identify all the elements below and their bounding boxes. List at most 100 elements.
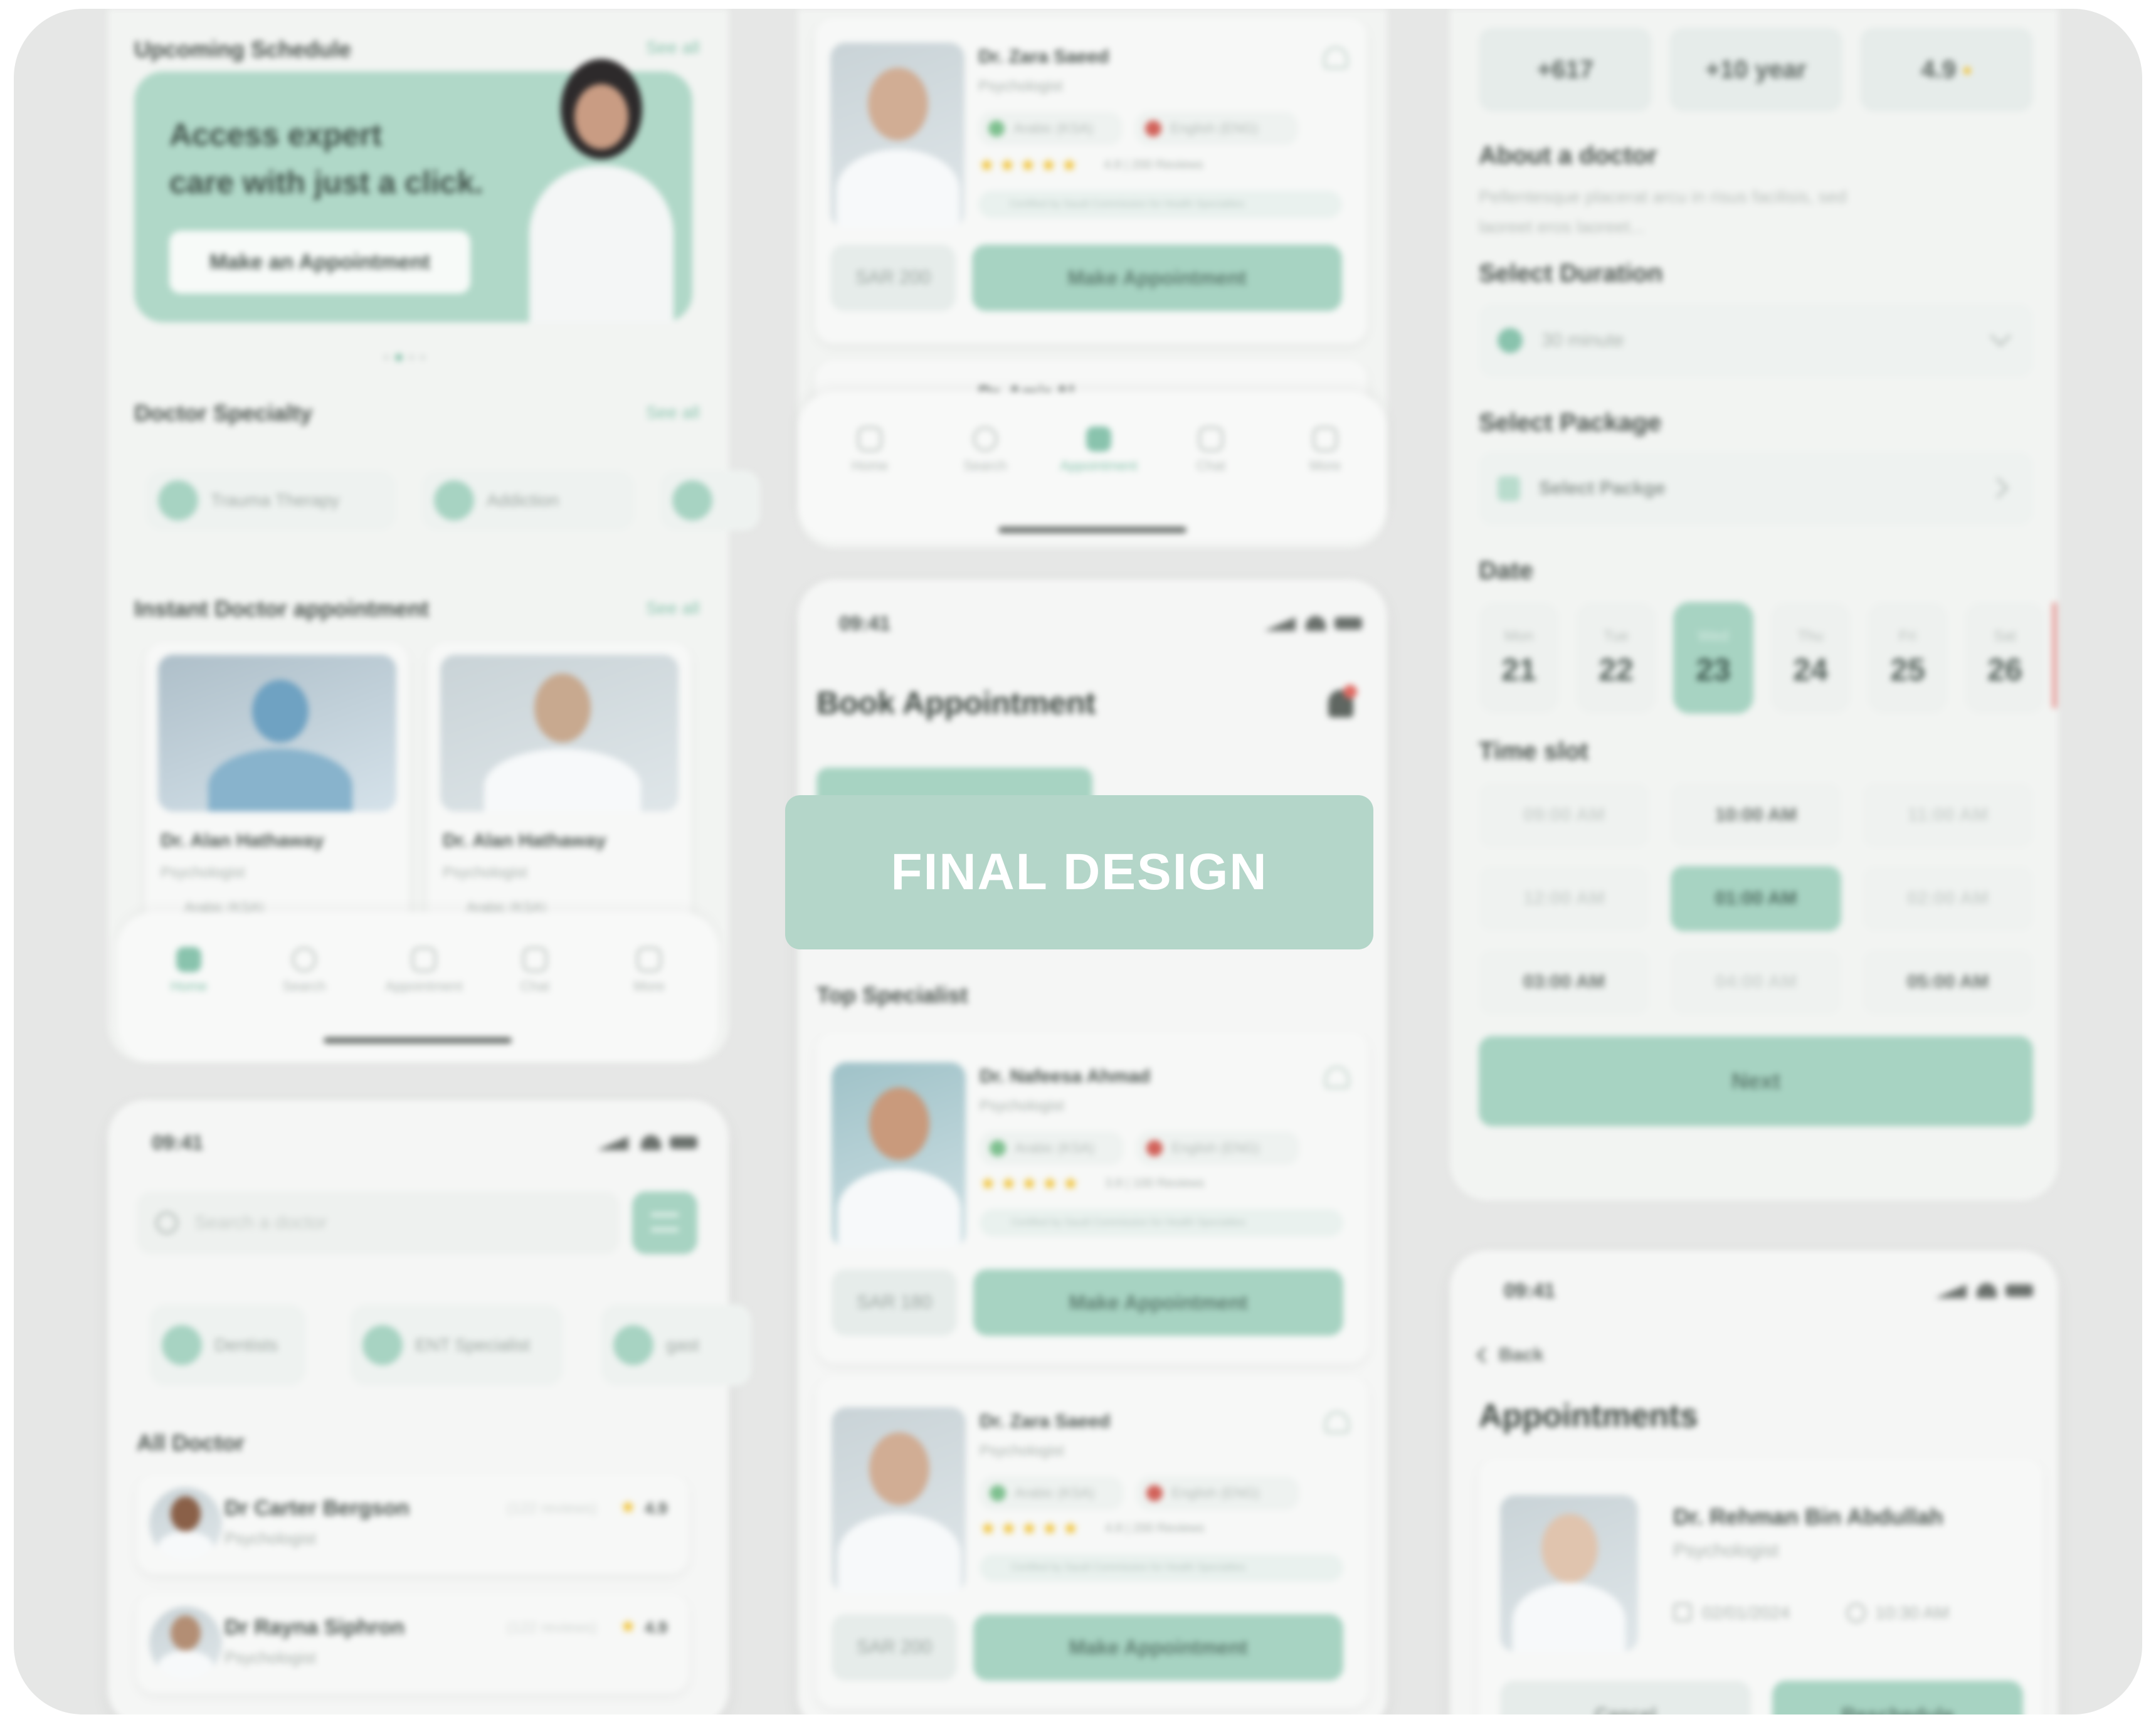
date-day: Sat xyxy=(1993,628,2017,645)
specialty-chip[interactable]: Addiction xyxy=(421,470,635,531)
clock-icon xyxy=(1498,328,1523,353)
nav-more[interactable]: More xyxy=(615,947,684,995)
calendar-icon xyxy=(1086,426,1111,452)
date-title: Date xyxy=(1479,557,1533,584)
language-badge: Arabic (KSA) xyxy=(980,1131,1124,1165)
package-icon xyxy=(1498,476,1520,501)
notification-bell-icon[interactable] xyxy=(1328,685,1357,717)
appointment-card[interactable]: Dr. Rehman Bin Abdullah Psychologist 02/… xyxy=(1479,1457,2043,1714)
search-input[interactable]: Search a doctor xyxy=(137,1191,620,1254)
doctor-specialty-title: Doctor Specialty xyxy=(134,400,313,426)
rating-stat: 4.9 ● xyxy=(1860,28,2033,112)
book-appointment-screen: 09:41 Book Appointment Top Specialist Dr… xyxy=(798,579,1387,1714)
date-number: 23 xyxy=(1696,652,1731,687)
specialty-label: Trauma Therapy xyxy=(211,490,340,510)
nav-search[interactable]: Search xyxy=(951,426,1020,474)
doctor-avatar xyxy=(149,1487,222,1560)
duration-title: Select Duration xyxy=(1479,260,1663,287)
heart-icon[interactable] xyxy=(1324,1066,1350,1089)
package-value: Select Packge xyxy=(1539,478,1666,499)
back-button[interactable]: Back xyxy=(1476,1345,1544,1366)
reschedule-button[interactable]: Reschedule xyxy=(1772,1681,2023,1714)
heart-icon[interactable] xyxy=(1323,46,1348,69)
specialty-chip[interactable] xyxy=(660,470,760,531)
date-option[interactable]: Thu 24 xyxy=(1770,602,1851,714)
nav-chat[interactable]: Chat xyxy=(1176,426,1245,474)
make-appointment-button[interactable]: Make an Appointment xyxy=(169,231,470,293)
date-day: Thu xyxy=(1797,628,1824,645)
nav-appointment[interactable]: Appointment xyxy=(374,947,474,995)
nav-more[interactable]: More xyxy=(1291,426,1360,474)
doctor-row[interactable]: Dr Rayna Siphron Psychologist (122 revie… xyxy=(137,1593,689,1693)
doctor-card[interactable]: Dr. Nafeesa Ahmad Psychologist Arabic (K… xyxy=(816,1031,1368,1363)
search-placeholder: Search a doctor xyxy=(194,1212,327,1233)
doctor-role: Psychologist xyxy=(980,1442,1064,1459)
scroll-indicator[interactable] xyxy=(2052,602,2057,709)
category-chip[interactable]: gast xyxy=(601,1304,751,1386)
timeslot-option[interactable]: 12:00 AM xyxy=(1479,866,1649,931)
doctor-photo xyxy=(1500,1495,1638,1652)
date-option[interactable]: Tue 22 xyxy=(1576,602,1656,714)
package-title: Select Package xyxy=(1479,409,1662,436)
doctor-card[interactable]: Dr. Zara Saeed Psychologist Arabic (KSA)… xyxy=(815,18,1367,344)
specialty-chip[interactable]: Trauma Therapy xyxy=(145,470,396,531)
date-day: Tue xyxy=(1603,628,1629,645)
banner-headline-1: Access expert xyxy=(169,117,383,152)
final-design-label: FINAL DESIGN xyxy=(785,795,1373,949)
date-option[interactable]: Fri 25 xyxy=(1868,602,1948,714)
instant-appointment-title: Instant Doctor appointment xyxy=(134,596,429,621)
search-icon xyxy=(973,426,998,452)
doctor-row[interactable]: Dr Carter Bergson Psychologist (122 revi… xyxy=(137,1474,689,1574)
doctor-name: Dr. Nafeesa Ahmad xyxy=(980,1066,1151,1087)
price-tag: SAR 200 xyxy=(830,245,956,311)
instant-doctor-card[interactable]: Dr. Alan Hathaway Psychologist Arabic (K… xyxy=(428,642,691,937)
next-button[interactable]: Next xyxy=(1479,1036,2033,1126)
timeslot-option[interactable]: 05:00 AM xyxy=(1863,949,2033,1015)
timeslot-option[interactable]: 09:00 AM xyxy=(1479,783,1649,848)
nav-search[interactable]: Search xyxy=(270,947,339,995)
see-all-link[interactable]: See all xyxy=(646,598,700,618)
date-option[interactable]: Sat 26 xyxy=(1965,602,2045,714)
timeslot-option[interactable]: 01:00 AM xyxy=(1671,866,1841,931)
doctor-card[interactable]: Dr. Zara Saeed Psychologist Arabic (KSA)… xyxy=(816,1376,1368,1708)
doctor-name: Dr. Alan Hathaway xyxy=(161,830,324,851)
make-appointment-button[interactable]: Make Appointment xyxy=(973,1269,1343,1336)
make-appointment-button[interactable]: Make Appointment xyxy=(972,245,1342,311)
timeslot-option[interactable]: 02:00 AM xyxy=(1863,866,2033,931)
package-select[interactable]: Select Packge xyxy=(1479,452,2033,526)
chat-icon xyxy=(1198,426,1223,452)
status-time: 09:41 xyxy=(1504,1279,1555,1302)
reviews-count: (122 reviews) xyxy=(507,1619,598,1636)
see-all-link[interactable]: See all xyxy=(646,38,700,58)
nav-home[interactable]: Home xyxy=(154,947,223,995)
clock-icon xyxy=(1846,1603,1866,1623)
doctor-name: Dr. Rehman Bin Abdullah xyxy=(1673,1504,1943,1529)
duration-select[interactable]: 30 minute xyxy=(1479,304,2033,378)
see-all-link[interactable]: See all xyxy=(646,403,700,423)
category-chip[interactable]: ENT Specialist xyxy=(350,1304,563,1386)
nav-appointment[interactable]: Appointment xyxy=(1049,426,1149,474)
category-chip[interactable]: Dentists xyxy=(149,1304,306,1386)
search-icon xyxy=(156,1212,178,1234)
experience-stat: +10 year xyxy=(1669,28,1842,112)
timeslot-option[interactable]: 03:00 AM xyxy=(1479,949,1649,1015)
nav-home[interactable]: Home xyxy=(835,426,904,474)
chip-label: gast xyxy=(666,1335,699,1355)
reviews-count: (122 reviews) xyxy=(507,1500,598,1517)
about-text-1: Pellentesque placerat arcu in risus faci… xyxy=(1479,187,1847,206)
page-title: Appointments xyxy=(1479,1398,1698,1434)
date-option[interactable]: Wed 23 xyxy=(1673,602,1753,714)
timeslot-option[interactable]: 11:00 AM xyxy=(1863,783,2033,848)
date-option[interactable]: Mon 21 xyxy=(1479,602,1559,714)
instant-doctor-card[interactable]: Dr. Alan Hathaway Psychologist Arabic (K… xyxy=(145,642,409,937)
date-picker: Mon 21 Tue 22 Wed 23 Thu 24 Fri 25 Sat 26 xyxy=(1479,602,2045,715)
rating-text: 4.8 | 200 Reviews xyxy=(1104,158,1203,172)
filter-button[interactable] xyxy=(632,1191,697,1254)
cancel-button[interactable]: Cancel xyxy=(1500,1681,1751,1714)
timeslot-option[interactable]: 10:00 AM xyxy=(1671,783,1841,848)
chip-label: ENT Specialist xyxy=(415,1335,531,1355)
heart-icon[interactable] xyxy=(1324,1411,1350,1434)
nav-chat[interactable]: Chat xyxy=(500,947,569,995)
make-appointment-button[interactable]: Make Appointment xyxy=(973,1614,1343,1681)
timeslot-option[interactable]: 04:00 AM xyxy=(1671,949,1841,1015)
